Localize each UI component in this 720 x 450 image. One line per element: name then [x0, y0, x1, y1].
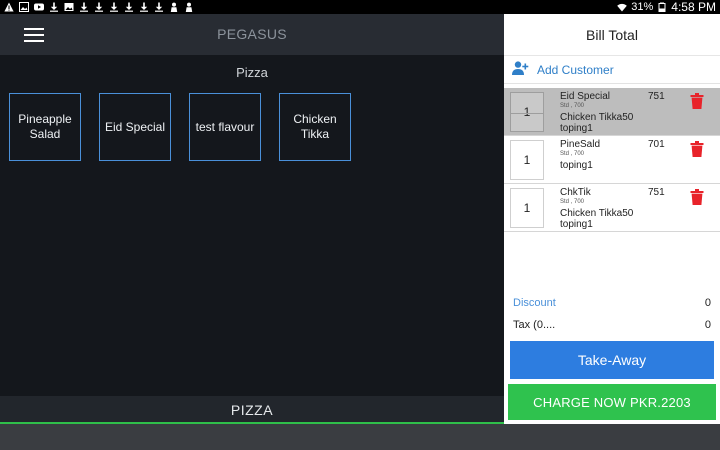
image-icon	[19, 2, 29, 12]
product-item-eid-special[interactable]: Eid Special	[99, 93, 171, 161]
battery-percent: 31%	[631, 1, 654, 13]
bill-items: 1 Eid Special Std , 700 Chicken Tikka50 …	[504, 88, 720, 232]
tax-label: Tax (0....	[513, 319, 556, 331]
bill-row[interactable]: 1 ChkTik Std , 700 Chicken Tikka50 topin…	[504, 184, 720, 232]
person-icon	[184, 2, 194, 12]
trash-icon[interactable]	[690, 93, 704, 109]
add-customer-label: Add Customer	[537, 62, 614, 77]
item-size-price: Std , 700	[560, 103, 585, 109]
bill-title: Bill Total	[504, 14, 720, 56]
system-nav-bar	[0, 424, 720, 450]
status-system-area: 31% 4:58 PM	[617, 0, 716, 14]
item-price: 751	[648, 91, 665, 102]
download-icon	[139, 2, 149, 12]
item-size-price: Std , 700	[560, 199, 585, 205]
tax-line: Tax (0.... 0	[504, 314, 720, 336]
item-topping-2: toping1	[560, 219, 593, 230]
category-title: Pizza	[236, 65, 268, 80]
download-icon	[124, 2, 134, 12]
item-topping: Chicken Tikka50	[560, 112, 634, 123]
trash-icon[interactable]	[690, 189, 704, 205]
product-area: Pizza Pineapple Salad Eid Special test f…	[0, 55, 504, 396]
product-item-test-flavour[interactable]: test flavour	[189, 93, 261, 161]
quantity-field[interactable]: 1	[510, 188, 544, 228]
wifi-icon	[617, 2, 628, 12]
app-root: 31% 4:58 PM PEGASUS Pizza Pineapple Sala…	[0, 0, 720, 450]
bill-panel: Bill Total Add Customer 1 Eid Special St…	[504, 14, 720, 424]
product-item-chicken-tikka[interactable]: Chicken Tikka	[279, 93, 351, 161]
item-topping: Chicken Tikka50	[560, 208, 634, 219]
item-name: PineSald	[560, 139, 601, 150]
app-bar: PEGASUS	[0, 14, 504, 55]
item-price: 751	[648, 187, 665, 198]
gallery-icon	[64, 2, 74, 12]
bill-row[interactable]: 1 Eid Special Std , 700 Chicken Tikka50 …	[504, 88, 720, 136]
take-away-button[interactable]: Take-Away	[510, 341, 714, 379]
add-person-icon	[512, 61, 529, 78]
status-bar: 31% 4:58 PM	[0, 0, 720, 14]
charge-now-button[interactable]: CHARGE NOW PKR.2203	[508, 384, 716, 420]
add-customer-button[interactable]: Add Customer	[504, 56, 720, 84]
clock: 4:58 PM	[671, 0, 716, 14]
youtube-icon	[34, 2, 44, 12]
download-icon	[49, 2, 59, 12]
tax-value: 0	[704, 319, 711, 331]
download-icon	[109, 2, 119, 12]
discount-line[interactable]: Discount 0	[504, 292, 720, 314]
item-size-price: Std , 700	[560, 151, 585, 157]
product-item-pineapple-salad[interactable]: Pineapple Salad	[9, 93, 81, 161]
category-tab-pizza[interactable]: PIZZA	[0, 396, 504, 422]
download-icon	[154, 2, 164, 12]
person-icon	[169, 2, 179, 12]
item-price: 701	[648, 139, 665, 150]
quantity-field[interactable]: 1	[510, 92, 544, 132]
bill-row[interactable]: 1 PineSald Std , 700 toping1 701	[504, 136, 720, 184]
item-name: ChkTik	[560, 187, 591, 198]
menu-icon[interactable]	[24, 26, 44, 44]
warning-icon	[4, 2, 14, 12]
trash-icon[interactable]	[690, 141, 704, 157]
item-topping: toping1	[560, 160, 593, 171]
item-topping-2: toping1	[560, 123, 593, 134]
battery-icon	[657, 2, 667, 12]
download-icon	[94, 2, 104, 12]
product-grid: Pineapple Salad Eid Special test flavour…	[9, 93, 351, 161]
discount-value: 0	[704, 297, 711, 309]
item-name: Eid Special	[560, 91, 611, 102]
discount-label[interactable]: Discount	[513, 297, 556, 309]
app-title: PEGASUS	[217, 26, 287, 42]
download-icon	[79, 2, 89, 12]
quantity-field[interactable]: 1	[510, 140, 544, 180]
bill-summary: Discount 0 Tax (0.... 0	[504, 292, 720, 336]
status-notification-icons	[4, 2, 194, 12]
